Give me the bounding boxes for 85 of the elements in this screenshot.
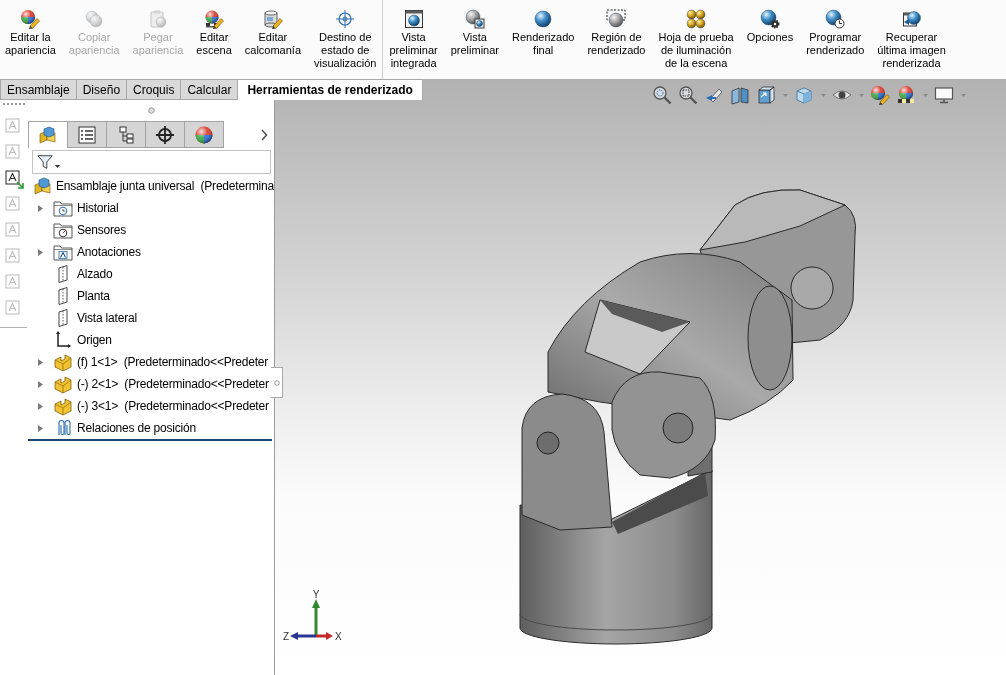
scene-icon[interactable] — [896, 85, 916, 105]
ribbon-button[interactable]: Recuperar última imagen renderizada — [875, 0, 948, 79]
command-tab[interactable]: Diseño — [75, 79, 128, 100]
ribbon-button[interactable]: Editar escena — [194, 0, 234, 79]
tree-item[interactable]: (-) 3<1> (Predeterminado<<Predeter — [77, 397, 269, 415]
magnifier-icon[interactable] — [678, 85, 698, 105]
ribbon-button[interactable]: Vista preliminar — [448, 0, 501, 79]
tree-item[interactable]: Planta — [77, 287, 110, 305]
y-axis-arrow — [312, 599, 320, 636]
ribbon-button[interactable]: Opciones — [744, 0, 796, 79]
ribbon-button[interactable]: Hoja de prueba de iluminación de la escena — [656, 0, 736, 79]
ribbon-button[interactable]: Editar la apariencia — [3, 0, 58, 79]
sphere-clock-icon — [825, 9, 846, 29]
sphere-window-icon — [464, 9, 485, 29]
tree-item[interactable]: Origen — [77, 331, 112, 349]
color-sphere-pencil-icon[interactable] — [870, 85, 890, 105]
command-tab[interactable]: Herramientas de renderizado — [237, 79, 423, 100]
ribbon-button[interactable]: Región de renderizado — [585, 0, 648, 79]
tree-item[interactable]: Anotaciones — [77, 243, 141, 261]
panel-tab[interactable] — [145, 121, 185, 148]
magnifier-icon[interactable] — [652, 85, 672, 105]
command-tab[interactable]: Croquis — [126, 79, 182, 100]
part-icon — [53, 352, 73, 372]
scene-pencil-icon — [204, 9, 225, 29]
axis-label: Y — [312, 589, 320, 600]
assembly-icon — [38, 125, 58, 145]
tree-item[interactable]: Alzado — [77, 265, 113, 283]
assembly-icon — [33, 176, 53, 196]
part-icon — [53, 396, 73, 416]
monitor-icon[interactable] — [934, 85, 954, 105]
tree-item[interactable]: (f) 1<1> (Predeterminado<<Predeter — [77, 353, 269, 371]
tree-item[interactable]: Ensamblaje junta universal (Predetermina — [56, 177, 274, 195]
tree-item[interactable]: Vista lateral — [77, 309, 137, 327]
ribbon-button[interactable]: Programar renderizado — [804, 0, 867, 79]
color-sphere-icon — [194, 124, 214, 145]
command-tab[interactable]: Calcular — [180, 79, 239, 100]
command-tab[interactable]: Ensamblaje — [0, 79, 77, 100]
sphere-icon — [533, 9, 554, 29]
expand-arrow-icon[interactable] — [37, 248, 43, 256]
part-icon — [53, 374, 73, 394]
tree-item[interactable]: Sensores — [77, 221, 127, 239]
crosshair-icon — [335, 9, 356, 29]
folder-gauge-icon — [53, 220, 73, 240]
x-axis-arrow — [316, 632, 333, 640]
axis-label: Z — [283, 631, 290, 642]
tree-diagram-icon — [116, 124, 136, 145]
filter-field[interactable] — [32, 150, 271, 174]
section-cube-icon[interactable] — [730, 85, 750, 105]
ribbon-button[interactable]: Vista preliminar integrada — [387, 0, 440, 79]
caret-icon — [55, 164, 60, 168]
clipboard-icon — [147, 9, 168, 29]
splitter-handle-icon — [147, 107, 155, 114]
z-axis-arrow — [290, 632, 316, 640]
tool-icon[interactable] — [4, 169, 24, 189]
expand-arrow-icon[interactable] — [37, 402, 43, 410]
crosshair-icon — [155, 124, 175, 145]
ribbon-button[interactable]: Destino de estado de visualización — [312, 0, 379, 79]
origin-axes-icon — [53, 330, 73, 350]
sphere-dashed-frame-icon — [606, 9, 627, 29]
folder-clock-icon — [53, 198, 73, 218]
window-sphere-arrow-icon — [901, 9, 922, 29]
expand-arrow-icon[interactable] — [37, 204, 43, 212]
panel-tab[interactable] — [106, 121, 146, 148]
color-sphere-pencil-icon — [20, 9, 41, 29]
expand-arrow-icon[interactable] — [37, 380, 43, 388]
tree-item[interactable]: Historial — [77, 199, 119, 217]
cube-icon[interactable] — [794, 85, 814, 105]
funnel-icon — [36, 153, 54, 171]
chevron-right-icon[interactable] — [260, 128, 268, 141]
cylinder-pencil-icon — [262, 9, 283, 29]
spheres-icon — [84, 9, 105, 29]
tree-item[interactable]: (-) 2<1> (Predeterminado<<Predeter — [77, 375, 269, 393]
circle-icon — [273, 379, 280, 386]
cube-arrows-icon[interactable] — [756, 85, 776, 105]
panel-tab[interactable] — [67, 121, 107, 148]
ribbon-button[interactable]: Editar calcomanía — [242, 0, 304, 79]
axis-label: X — [335, 631, 342, 642]
expand-arrow-icon[interactable] — [37, 424, 43, 432]
list-icon — [77, 124, 97, 145]
tree-item[interactable]: Relaciones de posición — [77, 419, 196, 437]
folder-note-icon — [53, 242, 73, 262]
ribbon-button[interactable]: Renderizado final — [510, 0, 577, 79]
sphere-gear-icon — [759, 9, 780, 29]
four-spheres-icon — [686, 9, 707, 29]
expand-arrow-icon[interactable] — [37, 358, 43, 366]
